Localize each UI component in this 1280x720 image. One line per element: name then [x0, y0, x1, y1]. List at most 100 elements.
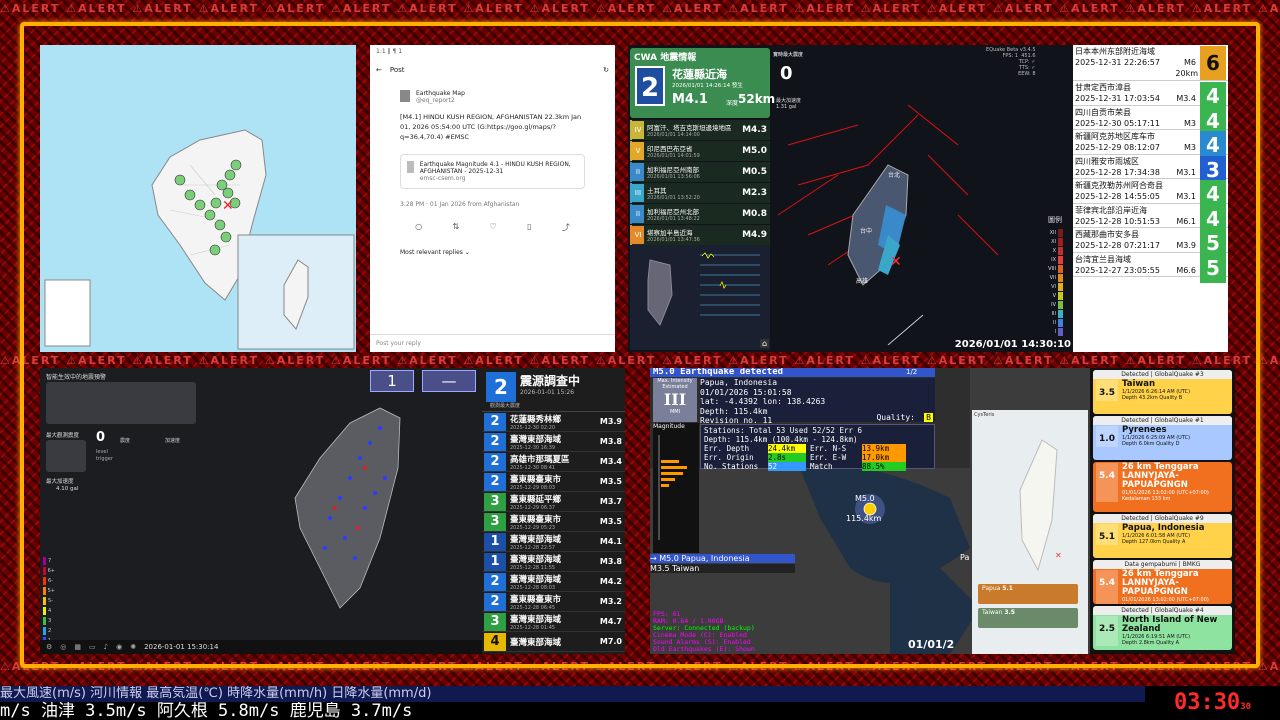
eew-pga-label: 最大加速度 [46, 479, 74, 485]
legend-level-text: VI [1051, 283, 1056, 290]
quake-card-header: Data gempabumi | BMKG [1093, 560, 1232, 569]
quake-card-mag: 3.5 [1096, 380, 1118, 401]
report-row[interactable]: 2 臺灣東部海域 2025-12-28 08:03 M4.2 [482, 572, 625, 592]
report-row-place: 臺灣東部海域 [510, 434, 562, 445]
report-row[interactable]: 2 花蓮縣秀林鄉 2025-12-30 02:20 M3.9 [482, 412, 625, 432]
report-row-info: 臺灣東部海域 2025-12-28 01:45 [510, 613, 600, 631]
cwa-row-intensity: II [632, 205, 644, 223]
report-row[interactable]: 2 臺東縣臺東市 2025-12-28 06:45 M3.2 [482, 592, 625, 612]
report-row[interactable]: 2 臺灣東部海域 2025-12-30 16:39 M3.8 [482, 432, 625, 452]
history-item[interactable]: 甘肃定西市漳县 2025-12-31 17:03:54 M3.4 4 [1073, 81, 1228, 111]
report-row-mag: M3.4 [599, 457, 622, 466]
bookmark-icon[interactable]: ▯ [527, 222, 531, 233]
legend-title: 圖例 [1048, 216, 1062, 224]
eew-scale: 76+6-5+5-4321 [43, 556, 55, 646]
cwa-report-card: CWA 地震情報 2 花蓮縣近海 2026/01/01 14:26:14 發生 … [630, 48, 775, 118]
cwa-world-row[interactable]: II 加利福尼亞州北部 2026/01/01 13:48:22 M0.8 [630, 204, 770, 224]
chat-icon[interactable]: ◉ [116, 643, 122, 651]
svg-text:✕: ✕ [890, 254, 902, 270]
repost-icon[interactable]: ⇅ [453, 222, 460, 233]
cwa-row-mag: M4.3 [742, 125, 767, 135]
quake-card[interactable]: 5.4 26 km Tenggara LANNYJAYA-PAPUAPGNGN 01… [1093, 462, 1232, 512]
link-card[interactable]: Earthquake Magnitude 4.1 - HINDU KUSH RE… [400, 154, 585, 189]
history-item[interactable]: 四川雅安市雨城区 2025-12-28 17:34:38 M3.1 3 [1073, 155, 1228, 185]
history-item[interactable]: 四川自贡市荣县 2025-12-30 05:17:11 M3 4 [1073, 106, 1228, 136]
legend-level: IV [1046, 300, 1068, 309]
scale-text: 6- [48, 578, 53, 584]
quake-card[interactable]: Detected | GlobalQuake #4 2.5 North Island… [1093, 606, 1232, 650]
history-item[interactable]: 新疆阿克苏地区库车市 2025-12-29 08:12:07 M3 4 [1073, 130, 1228, 160]
report-row[interactable]: 2 高雄市那瑪夏區 2025-12-30 08:41 M3.4 [482, 452, 625, 472]
mini-card-1[interactable]: Papua 5.1 [978, 584, 1078, 604]
cwa-world-row[interactable]: VI 堪察加半島近海 2026/01/01 13:47:36 M4.9 [630, 225, 770, 245]
cwa-world-row[interactable]: II 加利福尼亞州南部 2026/01/01 13:56:06 M0.5 [630, 162, 770, 182]
reply-input[interactable]: Post your reply [370, 334, 615, 352]
ticker-row-2: m/s 油津 3.5m/s 阿久根 5.8m/s 鹿児島 3.7m/s [0, 702, 1145, 720]
err-origin-label: Err. Origin [704, 453, 754, 462]
history-mag: M3 [1184, 143, 1196, 152]
cwa-world-row[interactable]: IV 阿富汗、塔吉克斯坦邊境地區 2026/01/01 14:14:00 M4.3 [630, 120, 770, 140]
stations-label: No. Stations [704, 462, 759, 471]
map-icon[interactable]: ◎ [60, 643, 66, 651]
scale-step: 6- [43, 576, 55, 586]
avatar[interactable] [400, 90, 410, 102]
cwa-world-row[interactable]: V 印尼西巴布亞省 2026/01/01 14:01:59 M5.0 [630, 141, 770, 161]
cwa-row-date: 2026/01/01 14:01:59 [647, 153, 700, 159]
report-row[interactable]: 3 臺東縣臺東市 2025-12-29 05:23 M3.5 [482, 512, 625, 532]
quake-card[interactable]: Detected | GlobalQuake #3 3.5 Taiwan 1/1/20… [1093, 370, 1232, 414]
report-icon[interactable]: ▭ [89, 643, 96, 651]
city-taichung: 台中 [860, 227, 872, 235]
reply-icon[interactable]: ○ [415, 222, 422, 233]
err-ew: 17.0km [862, 453, 906, 462]
history-item[interactable]: 日本本州东部附近海域 2025-12-31 22:26:57 M6 20km 6 [1073, 45, 1228, 81]
err-depth: 24.4km [768, 444, 806, 453]
report-row-place: 臺灣東部海域 [510, 534, 562, 545]
taiwan-intensity-map: ✕ [40, 45, 356, 352]
report-row[interactable]: 1 臺灣東部海域 2025-12-28 22:57 M4.1 [482, 532, 625, 552]
history-item[interactable]: 西藏那曲市安多县 2025-12-28 07:21:17 M3.9 5 [1073, 228, 1228, 258]
share-icon[interactable]: ⤴ [562, 222, 570, 233]
legend-level: IX [1046, 255, 1068, 264]
back-arrow-icon[interactable]: ← [376, 66, 382, 74]
quake-card-depth: Depth 43.2km Quality B [1122, 395, 1183, 401]
link-thumbnail [407, 161, 414, 173]
cwa-row-info: 印尼西巴布亞省 2026/01/01 14:01:59 [647, 143, 742, 159]
report-row-date: 2025-12-28 08:03 [510, 584, 556, 591]
legend-level-text: X [1052, 247, 1056, 254]
quake-card[interactable]: Detected | GlobalQuake #9 5.1 Papua, Indon… [1093, 514, 1232, 558]
history-item[interactable]: 菲律宾北部沿岸近海 2025-12-28 10:51:53 M6.1 4 [1073, 204, 1228, 234]
report-row[interactable]: 3 臺東縣延平鄉 2025-12-29 06:37 M3.7 [482, 492, 625, 512]
post-author[interactable]: Earthquake Map @eq_report2 [370, 82, 615, 108]
report-row[interactable]: 4 臺灣東部海域 M7.0 [482, 632, 625, 652]
cwa-world-row[interactable]: III 土耳其 2026/01/01 13:52:20 M2.3 [630, 183, 770, 203]
settings-icon[interactable]: ⚙ [46, 643, 52, 651]
gq-list-2[interactable]: M3.5 Taiwan [650, 564, 795, 573]
legend-level: II [1046, 318, 1068, 327]
layers-icon[interactable]: ▦ [74, 643, 81, 651]
report-row[interactable]: 3 臺灣東部海域 2025-12-28 01:45 M4.7 [482, 612, 625, 632]
quake-card-body: 1.0 Pyrenees 1/1/2026 6:25:09 AM (UTC) Dept… [1093, 425, 1232, 448]
gq-list-1[interactable]: → M5.0 Papua, Indonesia [650, 554, 795, 563]
history-item[interactable]: 台湾宜兰县海域 2025-12-27 23:05:55 M6.6 5 [1073, 253, 1228, 283]
gq-latlon: lat: -4.4392 lon: 138.4263 [700, 397, 826, 406]
eew-map-svg [294, 407, 401, 609]
history-item[interactable]: 新疆克孜勒苏州阿合奇县 2025-12-28 14:55:05 M3.1 4 [1073, 179, 1228, 209]
quake-card[interactable]: Detected | GlobalQuake #1 1.0 Pyrenees 1/1/… [1093, 416, 1232, 460]
report-row[interactable]: 2 臺東縣臺東市 2025-12-29 08:03 M3.5 [482, 472, 625, 492]
refresh-icon[interactable]: ↻ [603, 66, 609, 74]
like-icon[interactable]: ♡ [490, 222, 497, 233]
mini-card-2[interactable]: Taiwan 3.5 [978, 608, 1078, 628]
page-dash-button[interactable]: — [422, 370, 476, 392]
sound-icon[interactable]: ♪ [104, 643, 108, 651]
history-mag: M3.9 [1176, 241, 1196, 250]
quake-card[interactable]: Data gempabumi | BMKG 5.4 26 km Tenggara L… [1093, 560, 1232, 604]
page-1-button[interactable]: 1 [370, 370, 414, 392]
mini-card-2-name: Taiwan [982, 609, 1003, 616]
relevant-replies[interactable]: Most relevant replies ⌄ [370, 243, 615, 262]
report-row[interactable]: 1 臺灣東部海域 2025-12-28 11:55 M3.8 [482, 552, 625, 572]
history-mag: M3 [1184, 118, 1196, 128]
report-row-intensity: 4 [484, 632, 506, 651]
sun-icon[interactable]: ✺ [130, 643, 136, 651]
report-row-place: 臺灣東部海域 [510, 614, 562, 625]
cwa-row-info: 阿富汗、塔吉克斯坦邊境地區 2026/01/01 14:14:00 [647, 122, 742, 138]
